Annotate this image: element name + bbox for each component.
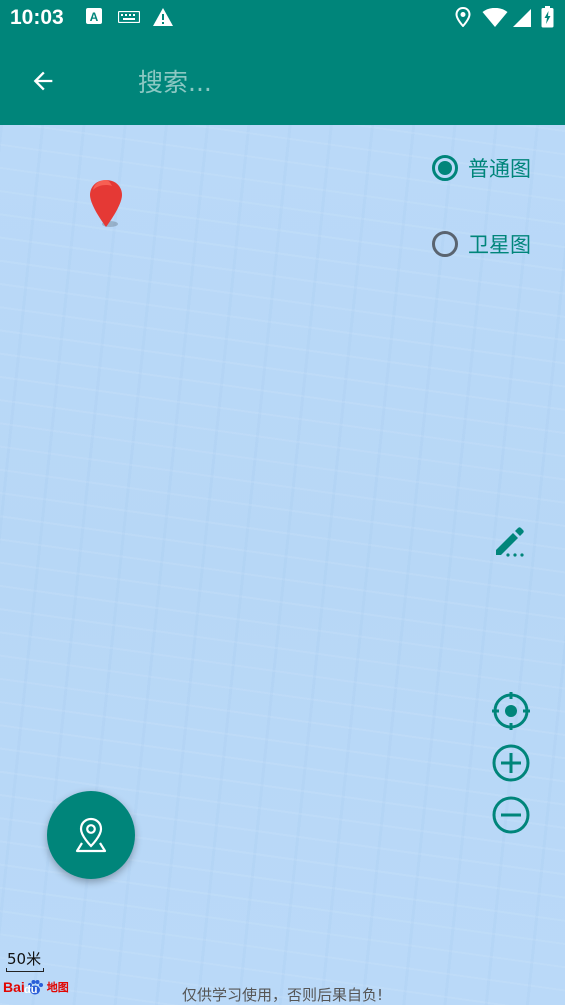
map-marker-icon[interactable]	[86, 178, 128, 232]
zoom-in-icon[interactable]	[491, 743, 531, 783]
status-bar: 10:03 A	[0, 0, 565, 36]
map-type-normal-label: 普通图	[468, 157, 531, 181]
map-scale-label: 50米	[7, 950, 42, 968]
location-status-icon	[455, 7, 471, 27]
arrow-back-icon	[33, 71, 53, 91]
radio-unchecked-icon[interactable]	[432, 231, 458, 257]
my-location-icon[interactable]	[491, 691, 531, 731]
disclaimer-text: 仅供学习使用，否则后果自负!	[181, 986, 383, 1004]
back-button[interactable]	[20, 58, 66, 104]
app-bar	[0, 36, 565, 125]
svg-text:A: A	[90, 10, 99, 24]
map-scale-bar	[6, 968, 44, 972]
signal-icon	[513, 9, 531, 27]
battery-charging-icon	[541, 6, 554, 28]
location-pin-icon	[75, 817, 107, 853]
location-fab-button[interactable]	[47, 791, 135, 879]
zoom-out-icon[interactable]	[491, 795, 531, 835]
keyboard-icon	[118, 11, 140, 23]
map-type-normal-option[interactable]: 普通图	[432, 153, 531, 183]
pencil-edit-icon[interactable]	[494, 524, 528, 558]
map-type-satellite-label: 卫星图	[468, 233, 531, 257]
warning-icon	[153, 8, 173, 26]
status-time: 10:03	[10, 6, 64, 29]
search-input[interactable]	[136, 56, 520, 108]
map-type-satellite-option[interactable]: 卫星图	[432, 229, 531, 259]
radio-checked-icon[interactable]	[432, 155, 458, 181]
a-notification-icon: A	[86, 8, 102, 24]
wifi-icon	[482, 8, 508, 27]
